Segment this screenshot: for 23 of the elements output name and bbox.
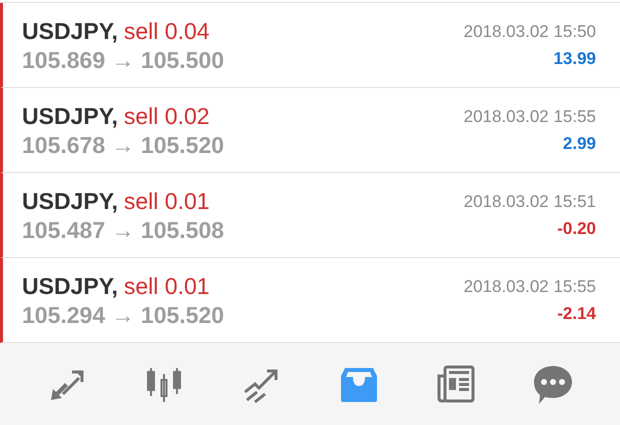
- order-type: sell 0.02: [124, 102, 210, 131]
- price-range: 105.487 → 105.508: [22, 216, 224, 244]
- symbol: USDJPY,: [22, 17, 118, 46]
- trade-time: 2018.03.02 15:55: [464, 106, 596, 128]
- symbol: USDJPY,: [22, 272, 118, 301]
- trade-time: 2018.03.02 15:50: [464, 21, 596, 43]
- profit: 2.99: [562, 133, 596, 155]
- profit: -2.14: [557, 303, 596, 325]
- order-type: sell 0.04: [124, 17, 210, 46]
- symbol: USDJPY,: [22, 102, 118, 131]
- symbol: USDJPY,: [22, 187, 118, 216]
- price-range: 105.869 → 105.500: [22, 46, 224, 74]
- trade-time: 2018.03.02 15:51: [464, 191, 596, 213]
- price-range: 105.294 → 105.520: [22, 301, 224, 329]
- profit: 13.99: [553, 48, 596, 70]
- trade-row[interactable]: USDJPY, sell 0.01 105.487 → 105.508 2018.03.02 15:51 -0.20: [0, 173, 620, 258]
- trade-row[interactable]: USDJPY, sell 0.02 105.678 → 105.520 2018.03.02 15:55 2.99: [0, 88, 620, 173]
- trade-row[interactable]: USDJPY, sell 0.04 105.869 → 105.500 2018.03.02 15:50 13.99: [0, 3, 620, 88]
- profit: -0.20: [557, 218, 596, 240]
- order-type: sell 0.01: [124, 187, 210, 216]
- trade-time: 2018.03.02 15:55: [464, 276, 596, 298]
- price-range: 105.678 → 105.520: [22, 131, 224, 159]
- order-type: sell 0.01: [124, 272, 210, 301]
